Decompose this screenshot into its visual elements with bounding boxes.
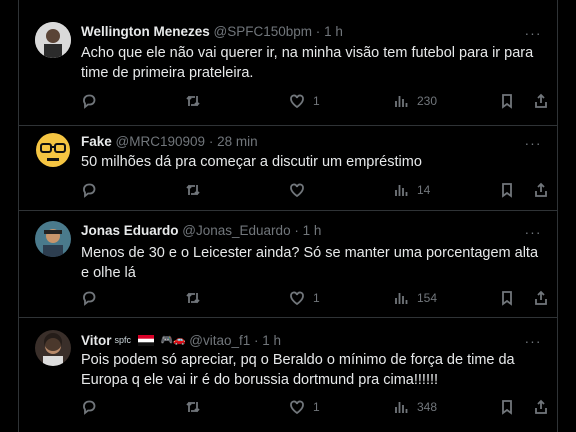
share-icon [535,399,547,414]
share-button[interactable] [533,180,549,200]
like-button[interactable] [289,180,313,200]
like-button[interactable]: 1 [289,91,320,111]
separator-dot: · [315,24,321,39]
reply-icon [83,400,96,415]
author-name[interactable]: Fake [81,134,112,149]
reply-icon [83,183,96,198]
retweet-button[interactable] [185,180,209,200]
reply-button[interactable] [81,397,105,417]
retweet-icon [186,95,200,107]
retweet-button[interactable] [185,288,209,308]
tweet-actions: 14 [81,180,547,200]
share-button[interactable] [533,91,549,111]
more-options-icon[interactable]: ··· [523,225,543,245]
avatar[interactable] [35,330,71,366]
like-count: 1 [313,94,320,108]
like-button[interactable]: 1 [289,397,320,417]
author-handle[interactable]: @vitao_f1 [189,333,250,348]
author-handle[interactable]: @MRC190909 [116,134,206,149]
share-icon [535,93,547,108]
heart-icon [290,400,304,415]
tweet[interactable]: Jonas Eduardo @Jonas_Eduardo · 1 h ··· M… [19,211,557,318]
reply-icon [83,94,96,109]
tweet-text: 50 milhões dá pra começar a discutir um … [81,154,422,170]
reply-icon [83,291,96,306]
separator-dot: · [294,223,299,238]
author-name[interactable]: Vitor [81,333,112,348]
tweet[interactable]: Wellington Menezes @SPFC150bpm · 1 h ···… [19,0,557,126]
separator-dot: · [208,134,214,149]
retweet-button[interactable] [185,91,209,111]
bookmark-icon [502,400,512,415]
tweet[interactable]: Vitor spfc 🎮🚗 @vitao_f1 · 1 h ··· Pois po… [19,318,557,432]
bookmark-button[interactable] [499,397,515,417]
author-name[interactable]: Wellington Menezes [81,24,210,39]
share-button[interactable] [533,397,549,417]
avatar[interactable] [35,22,71,58]
retweet-icon [186,292,200,304]
flag-icon [137,335,154,346]
share-icon [535,290,547,305]
avatar[interactable] [35,132,71,168]
author-name[interactable]: Jonas Eduardo [81,223,179,238]
tweet-text: Pois podem só apreciar, pq o Beraldo o m… [81,352,515,388]
views-button[interactable]: 348 [393,397,437,417]
timestamp[interactable]: 1 h [324,24,343,39]
author-handle[interactable]: @Jonas_Eduardo [182,223,290,238]
like-count: 1 [313,291,320,305]
heart-icon [290,291,304,306]
views-button[interactable]: 14 [393,180,430,200]
retweet-icon [186,401,200,413]
retweet-button[interactable] [185,397,209,417]
views-button[interactable]: 154 [393,288,437,308]
share-icon [535,182,547,197]
tweet-actions: 1 154 [81,288,547,308]
reply-button[interactable] [81,91,105,111]
tweet-actions: 1 348 [81,397,547,417]
bookmark-button[interactable] [499,180,515,200]
bookmark-icon [502,291,512,306]
reply-button[interactable] [81,288,105,308]
timestamp[interactable]: 1 h [303,223,322,238]
bookmark-button[interactable] [499,288,515,308]
timestamp[interactable]: 28 min [217,134,258,149]
bookmark-button[interactable] [499,91,515,111]
like-count: 1 [313,400,320,414]
retweet-icon [186,184,200,196]
like-button[interactable]: 1 [289,288,320,308]
tweet-actions: 1 230 [81,91,547,111]
heart-icon [290,94,304,109]
views-button[interactable]: 230 [393,91,437,111]
analytics-icon [395,96,408,107]
heart-icon [290,183,304,198]
tweet-text: Menos de 30 e o Leicester ainda? Só se m… [81,245,539,281]
tweet-header: Jonas Eduardo @Jonas_Eduardo · 1 h [81,221,513,241]
view-count: 230 [417,94,438,108]
avatar[interactable] [35,221,71,257]
analytics-icon [395,185,408,196]
tweet-header: Vitor spfc 🎮🚗 @vitao_f1 · 1 h [81,330,513,350]
separator-dot: · [254,333,259,348]
bookmark-icon [502,183,512,198]
author-handle[interactable]: @SPFC150bpm [214,24,313,39]
share-button[interactable] [533,288,549,308]
tweet-header: Wellington Menezes @SPFC150bpm · 1 h [81,22,513,42]
view-count: 348 [417,400,438,414]
tweet-header: Fake @MRC190909 · 28 min [81,132,513,152]
tweet-text: Acho que ele não vai querer ir, na minha… [81,45,534,81]
reply-button[interactable] [81,180,105,200]
analytics-icon [395,402,408,413]
view-count: 14 [417,183,431,197]
reply-feed: Wellington Menezes @SPFC150bpm · 1 h ···… [18,0,558,432]
timestamp[interactable]: 1 h [262,333,281,348]
bookmark-icon [502,94,512,109]
emoji-icons: 🎮🚗 [160,335,186,346]
analytics-icon [395,293,408,304]
spfc-badge: spfc [114,335,132,345]
view-count: 154 [417,291,438,305]
tweet[interactable]: Fake @MRC190909 · 28 min ··· 50 milhões … [19,126,557,211]
